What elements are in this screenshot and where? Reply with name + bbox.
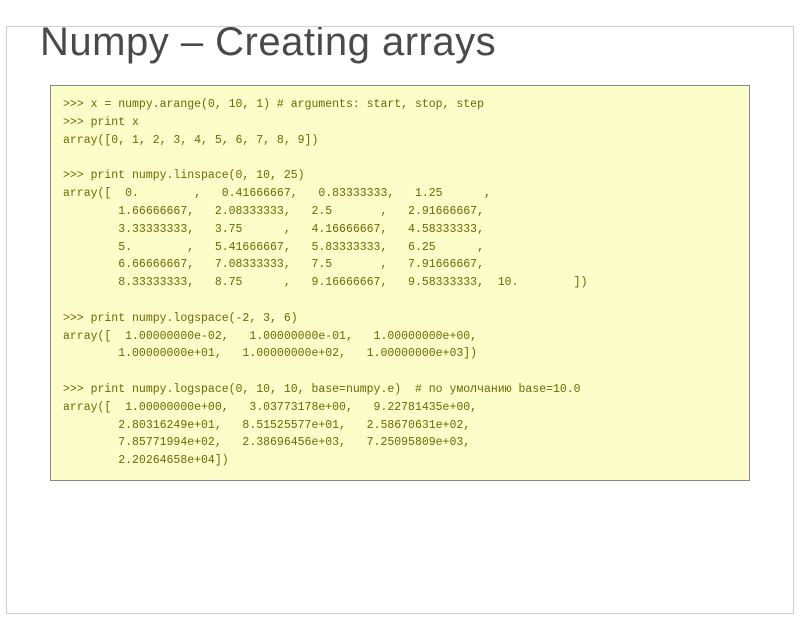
slide-frame [6,26,794,614]
